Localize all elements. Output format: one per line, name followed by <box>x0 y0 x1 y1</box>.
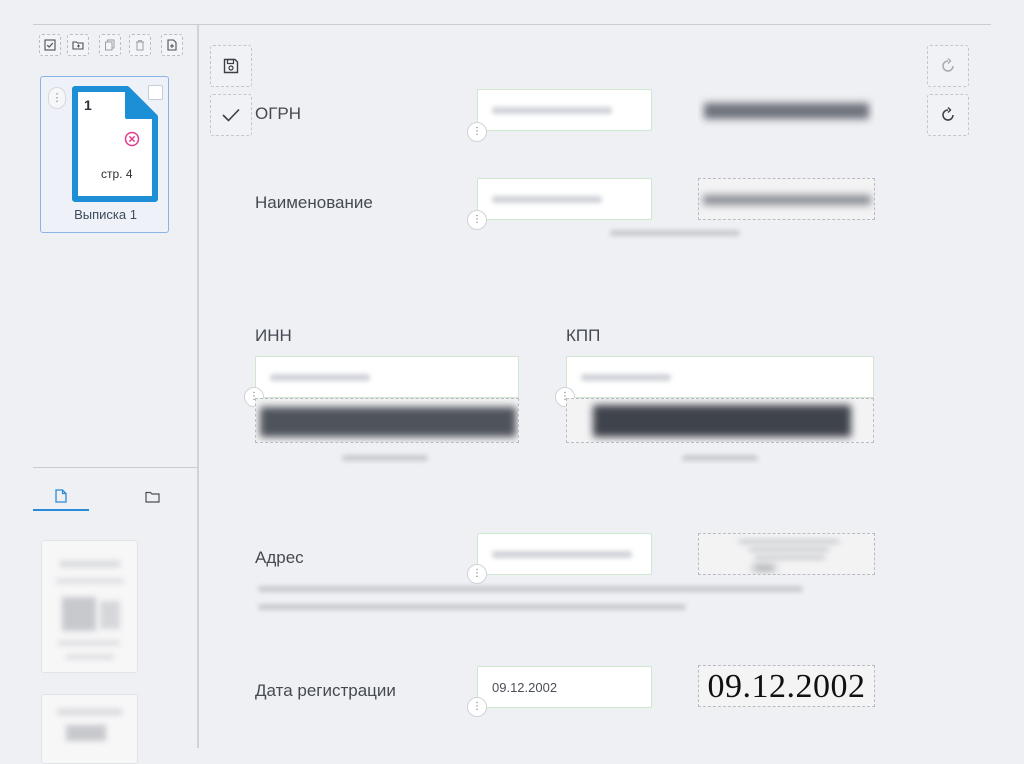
check-square-icon <box>44 39 56 51</box>
refresh-icon <box>942 107 954 121</box>
kpp-input[interactable] <box>566 356 874 398</box>
select-all-button[interactable] <box>39 34 61 56</box>
refresh-button-disabled[interactable] <box>927 45 969 87</box>
document-label: Выписка 1 <box>74 207 137 222</box>
address-text-line <box>258 586 803 592</box>
folder-icon <box>72 41 84 50</box>
reg-date-input[interactable]: 09.12.2002 <box>477 666 652 708</box>
copy-button[interactable] <box>99 34 121 56</box>
pane-divider[interactable] <box>197 25 199 748</box>
confirm-button[interactable] <box>210 94 252 136</box>
ogrn-menu-button[interactable]: ⋮ <box>467 122 487 142</box>
inn-label: ИНН <box>255 326 292 345</box>
inn-preview <box>255 398 519 443</box>
reg-date-label: Дата регистрации <box>255 681 396 700</box>
copy-icon <box>105 39 115 51</box>
refresh-icon <box>942 58 954 72</box>
name-caption <box>610 230 740 236</box>
new-folder-button[interactable] <box>67 34 89 56</box>
name-preview <box>698 178 875 220</box>
reg-date-menu-button[interactable]: ⋮ <box>467 697 487 717</box>
tab-files[interactable] <box>33 483 89 511</box>
refresh-button[interactable] <box>927 94 969 136</box>
save-button[interactable] <box>210 45 252 87</box>
address-preview <box>698 533 875 575</box>
card-menu-button[interactable]: ⋮ <box>48 87 66 109</box>
name-menu-button[interactable]: ⋮ <box>467 210 487 230</box>
ogrn-label: ОГРН <box>255 104 302 123</box>
name-label: Наименование <box>255 193 373 212</box>
ogrn-preview <box>698 89 875 131</box>
page-thumbnail[interactable] <box>41 694 138 764</box>
reg-date-preview: 09.12.2002 <box>698 665 875 707</box>
ogrn-input[interactable] <box>477 89 652 131</box>
folder-icon <box>144 491 160 503</box>
kpp-caption <box>682 455 758 461</box>
error-circle-icon <box>124 131 140 147</box>
delete-button[interactable] <box>129 34 151 56</box>
reg-date-value: 09.12.2002 <box>492 680 558 695</box>
address-menu-button[interactable]: ⋮ <box>467 564 487 584</box>
document-page: стр. 4 <box>101 167 133 181</box>
name-input[interactable] <box>477 178 652 220</box>
page-thumbnail[interactable] <box>41 540 138 673</box>
address-text-line <box>258 604 686 610</box>
top-divider <box>33 24 991 25</box>
kpp-label: КПП <box>566 326 601 345</box>
trash-icon <box>136 40 144 51</box>
inn-caption <box>342 455 428 461</box>
file-add-icon <box>167 39 177 51</box>
document-card[interactable]: ⋮ 1 стр. 4 Выписка 1 <box>40 76 169 233</box>
checkmark-icon <box>222 108 240 122</box>
address-input[interactable] <box>477 533 652 575</box>
address-label: Адрес <box>255 548 304 567</box>
document-number: 1 <box>84 97 92 113</box>
add-file-button[interactable] <box>161 34 183 56</box>
inn-input[interactable] <box>255 356 519 398</box>
file-icon <box>55 489 67 503</box>
kpp-preview <box>566 398 874 443</box>
save-icon <box>223 58 239 74</box>
left-pane-divider[interactable] <box>33 467 197 468</box>
tab-folders[interactable] <box>124 483 180 511</box>
